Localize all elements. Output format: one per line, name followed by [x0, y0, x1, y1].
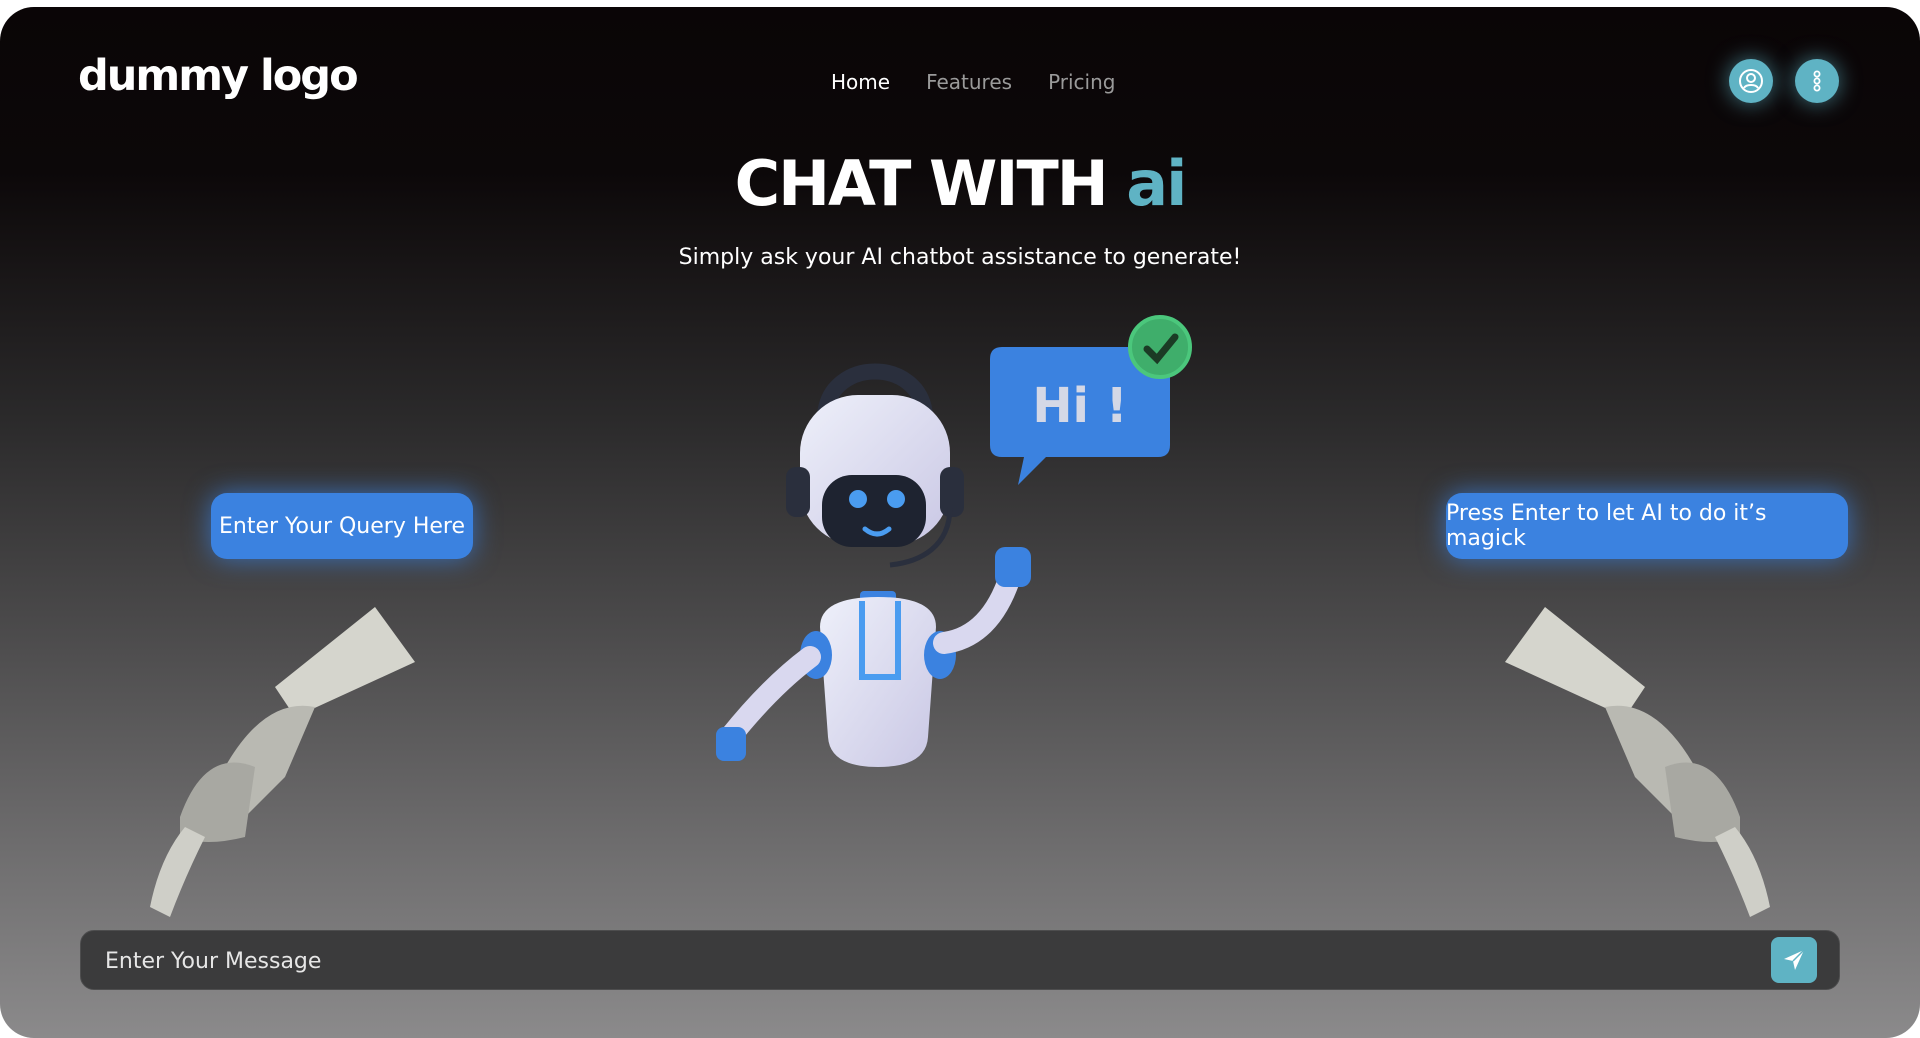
robot-body	[820, 597, 936, 767]
robot-arm-right	[933, 566, 1021, 654]
nav-item-home[interactable]: Home	[831, 70, 890, 94]
robotic-hand-right	[1505, 607, 1770, 917]
robot-hand-right	[995, 547, 1031, 587]
user-button[interactable]	[1729, 59, 1773, 103]
message-bar	[80, 930, 1840, 991]
send-button[interactable]	[1771, 937, 1817, 983]
speech-bubble-text: Hi !	[1032, 378, 1127, 434]
message-input[interactable]	[103, 931, 1747, 991]
hero-title-main: CHAT WITH	[734, 147, 1127, 220]
logo[interactable]: dummy logo	[78, 51, 359, 101]
robot-hand-left	[716, 727, 746, 761]
hero-title: CHAT WITH ai	[0, 153, 1920, 215]
check-badge	[1128, 315, 1192, 379]
robot-arm-left	[719, 646, 821, 748]
robot-illustration: Hi !	[716, 315, 1192, 767]
robot-eye-right	[887, 490, 905, 508]
hero-title-accent: ai	[1126, 147, 1187, 220]
main-nav: Home Features Pricing	[831, 70, 1115, 94]
robotic-hand-left	[150, 607, 415, 917]
enter-hint-pill[interactable]: Press Enter to let AI to do it’s magick	[1446, 493, 1848, 559]
query-hint-pill[interactable]: Enter Your Query Here	[211, 493, 473, 559]
hero-subtitle: Simply ask your AI chatbot assistance to…	[678, 245, 1242, 270]
user-circle-icon	[1739, 69, 1763, 93]
headphone-left	[786, 467, 810, 517]
nav-item-features[interactable]: Features	[926, 70, 1012, 94]
nav-item-pricing[interactable]: Pricing	[1048, 70, 1115, 94]
vertical-dots-icon	[1813, 70, 1821, 92]
app-frame: dummy logo Home Features Pricing CHAT WI…	[0, 7, 1920, 1038]
send-icon	[1784, 949, 1805, 970]
robot-eye-left	[849, 490, 867, 508]
menu-button[interactable]	[1795, 59, 1839, 103]
